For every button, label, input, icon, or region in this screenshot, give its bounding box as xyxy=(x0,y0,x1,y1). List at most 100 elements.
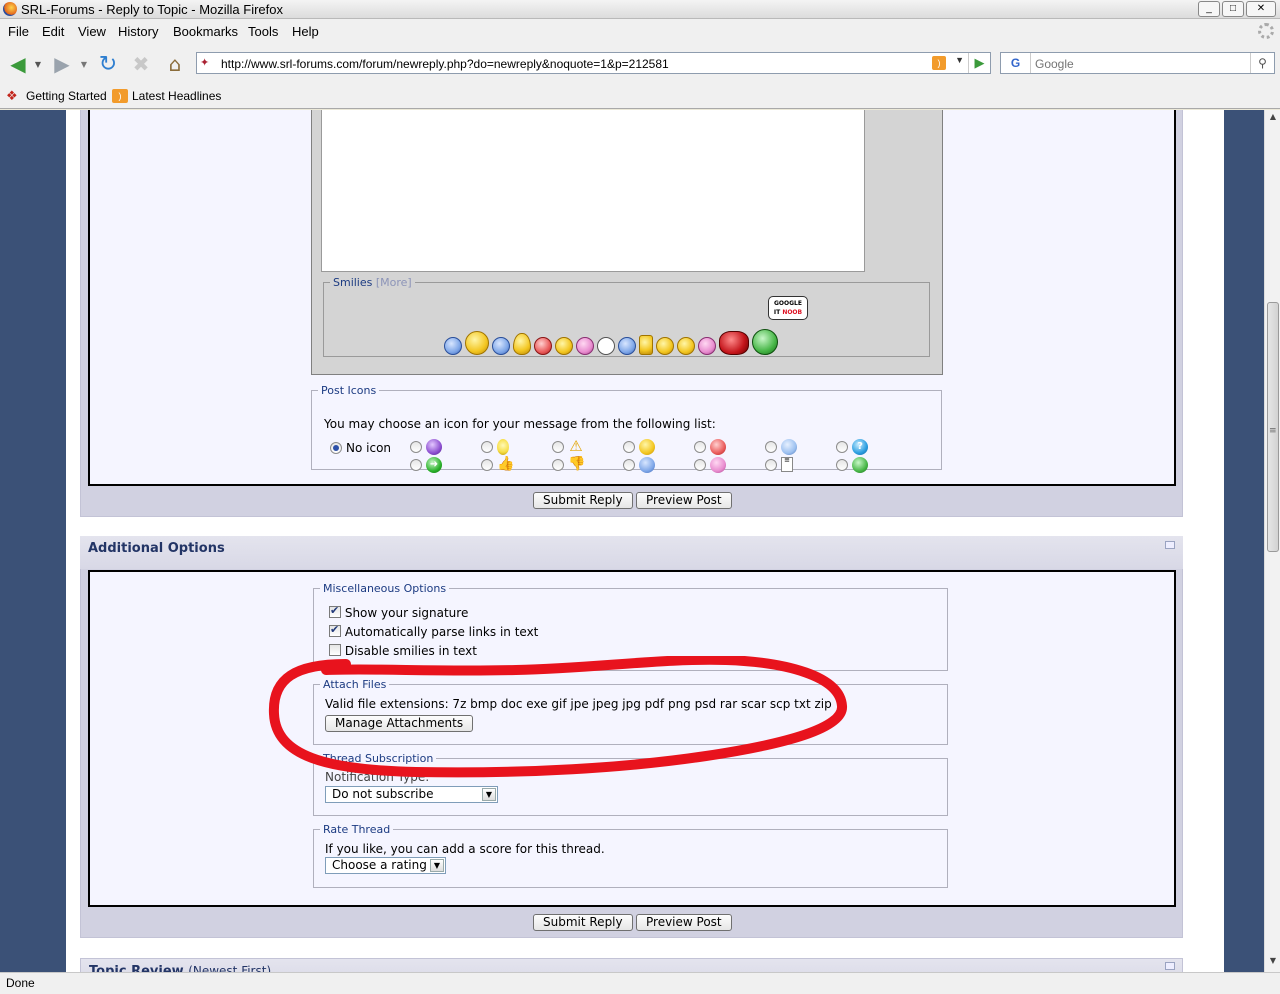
post-icon-option[interactable] xyxy=(623,457,655,473)
manage-attachments-button[interactable]: Manage Attachments xyxy=(325,715,474,732)
smilie-ninja-icon[interactable] xyxy=(597,337,615,355)
close-button[interactable]: ✕ xyxy=(1246,1,1276,17)
smilie-bart-icon[interactable] xyxy=(639,335,653,355)
menu-tools[interactable]: Tools xyxy=(248,24,278,39)
post-icon-radio[interactable] xyxy=(694,441,706,453)
scroll-down-icon[interactable]: ▼ xyxy=(1267,956,1279,970)
post-icon-option[interactable]: ? xyxy=(836,439,868,455)
search-box[interactable]: G ⚲ xyxy=(1000,52,1275,74)
post-icon-option[interactable]: ⚠ xyxy=(552,439,584,455)
submit-reply-button[interactable]: Submit Reply xyxy=(533,914,633,931)
back-icon[interactable]: ◀ xyxy=(4,52,32,76)
more-smilies-link[interactable]: [More] xyxy=(376,276,412,289)
smilie-fire-icon[interactable] xyxy=(513,333,531,355)
menu-bar: File Edit View History Bookmarks Tools H… xyxy=(0,19,1280,44)
smilie-crazy-icon[interactable] xyxy=(465,331,489,355)
message-textarea[interactable] xyxy=(321,110,865,272)
post-icon-option[interactable] xyxy=(623,439,655,455)
scroll-up-icon[interactable]: ▲ xyxy=(1267,112,1279,126)
url-history-dropdown-icon[interactable]: ▼ xyxy=(955,55,964,65)
reload-icon[interactable]: ↻ xyxy=(95,52,121,77)
show-signature-option[interactable]: Show your signature xyxy=(329,604,468,620)
post-icon-radio[interactable] xyxy=(552,441,564,453)
chevron-down-icon[interactable]: ▼ xyxy=(430,859,444,872)
smilie-noob-icon[interactable] xyxy=(752,329,778,355)
stop-icon[interactable]: ✖ xyxy=(128,52,154,76)
address-bar[interactable]: ✦ http://www.srl-forums.com/forum/newrep… xyxy=(196,52,991,74)
parse-links-checkbox[interactable] xyxy=(329,623,341,637)
search-magnifier-icon[interactable]: ⚲ xyxy=(1250,53,1274,73)
preview-post-button[interactable]: Preview Post xyxy=(636,914,732,931)
disable-smilies-option[interactable]: Disable smilies in text xyxy=(329,644,477,658)
menu-history[interactable]: History xyxy=(118,24,158,39)
search-engine-icon[interactable]: G xyxy=(1001,53,1031,73)
show-signature-checkbox[interactable] xyxy=(329,604,341,618)
preview-post-button[interactable]: Preview Post xyxy=(636,492,732,509)
menu-file[interactable]: File xyxy=(8,24,29,39)
site-favicon-icon: ✦ xyxy=(200,57,210,69)
menu-view[interactable]: View xyxy=(78,24,106,39)
go-arrow-icon[interactable]: ▶ xyxy=(968,53,990,73)
post-icon-radio[interactable] xyxy=(765,458,777,471)
forward-history-dropdown-icon[interactable]: ▼ xyxy=(78,52,90,76)
bubble-text-1: GOOGLE xyxy=(774,300,802,307)
parse-links-option[interactable]: Automatically parse links in text xyxy=(329,623,538,639)
bookmark-getting-started[interactable]: ❖ Getting Started xyxy=(6,89,107,104)
post-icon-radio[interactable] xyxy=(694,459,706,471)
forward-icon[interactable]: ▶ xyxy=(48,52,76,76)
search-input[interactable] xyxy=(1035,57,1245,71)
vertical-scrollbar[interactable]: ▲ ≡ ▼ xyxy=(1264,110,1280,972)
menu-edit[interactable]: Edit xyxy=(42,24,64,39)
post-icon-radio[interactable] xyxy=(410,441,422,453)
post-icon-option[interactable]: 👎 xyxy=(552,457,585,473)
submit-reply-button[interactable]: Submit Reply xyxy=(533,492,633,509)
smilie-shocked-icon[interactable] xyxy=(444,337,462,355)
collapse-icon[interactable] xyxy=(1165,962,1175,970)
smilie-confused-icon[interactable] xyxy=(618,337,636,355)
post-icon-option[interactable]: ≡ xyxy=(765,457,793,472)
smilie-devil-icon[interactable] xyxy=(719,331,749,355)
disable-smilies-checkbox[interactable] xyxy=(329,644,341,656)
post-icon-none-radio[interactable] xyxy=(330,442,342,454)
post-icon-radio[interactable] xyxy=(765,441,777,453)
post-icon-option[interactable] xyxy=(694,457,726,473)
maximize-button[interactable]: □ xyxy=(1222,1,1244,17)
menu-bookmarks[interactable]: Bookmarks xyxy=(173,24,238,39)
post-icon-option[interactable] xyxy=(481,439,509,455)
smilie-cool-icon[interactable] xyxy=(677,337,695,355)
post-icon-none[interactable]: No icon xyxy=(330,441,391,455)
rss-feed-icon[interactable]: ) xyxy=(932,56,946,70)
subscription-select[interactable]: Do not subscribe ▼ xyxy=(325,786,498,803)
smilie-wave-icon[interactable] xyxy=(555,337,573,355)
menu-help[interactable]: Help xyxy=(292,24,319,39)
smilie-tongue-icon[interactable] xyxy=(698,337,716,355)
smilie-mad-icon[interactable] xyxy=(534,337,552,355)
post-icon-radio[interactable] xyxy=(410,459,422,471)
minimize-button[interactable]: _ xyxy=(1198,1,1220,17)
smilie-smile-icon[interactable] xyxy=(656,337,674,355)
chevron-down-icon[interactable]: ▼ xyxy=(482,788,496,801)
post-icon-radio[interactable] xyxy=(836,459,848,471)
post-icon-radio[interactable] xyxy=(552,459,564,471)
back-history-dropdown-icon[interactable]: ▼ xyxy=(32,52,44,76)
smilie-giggle-icon[interactable] xyxy=(576,337,594,355)
url-text[interactable]: http://www.srl-forums.com/forum/newreply… xyxy=(221,57,669,71)
collapse-icon[interactable] xyxy=(1165,541,1175,549)
post-icon-radio[interactable] xyxy=(836,441,848,453)
additional-options-header: Additional Options xyxy=(80,536,1183,569)
post-icon-option[interactable]: ➜ xyxy=(410,457,442,473)
post-icon-radio[interactable] xyxy=(623,441,635,453)
post-icon-radio[interactable] xyxy=(481,459,493,471)
rating-select[interactable]: Choose a rating ▼ xyxy=(325,857,446,874)
post-icon-radio[interactable] xyxy=(481,441,493,453)
home-icon[interactable]: ⌂ xyxy=(162,52,188,76)
bookmark-latest-headlines[interactable]: ) Latest Headlines xyxy=(112,89,221,103)
post-icon-option[interactable] xyxy=(694,439,726,455)
disable-smilies-label: Disable smilies in text xyxy=(344,644,477,658)
post-icon-option[interactable] xyxy=(410,439,442,455)
post-icon-option[interactable] xyxy=(836,457,868,473)
post-icon-option[interactable]: 👍 xyxy=(481,457,514,473)
post-icon-option[interactable] xyxy=(765,439,797,455)
smilie-sad-icon[interactable] xyxy=(492,337,510,355)
post-icon-radio[interactable] xyxy=(623,459,635,471)
